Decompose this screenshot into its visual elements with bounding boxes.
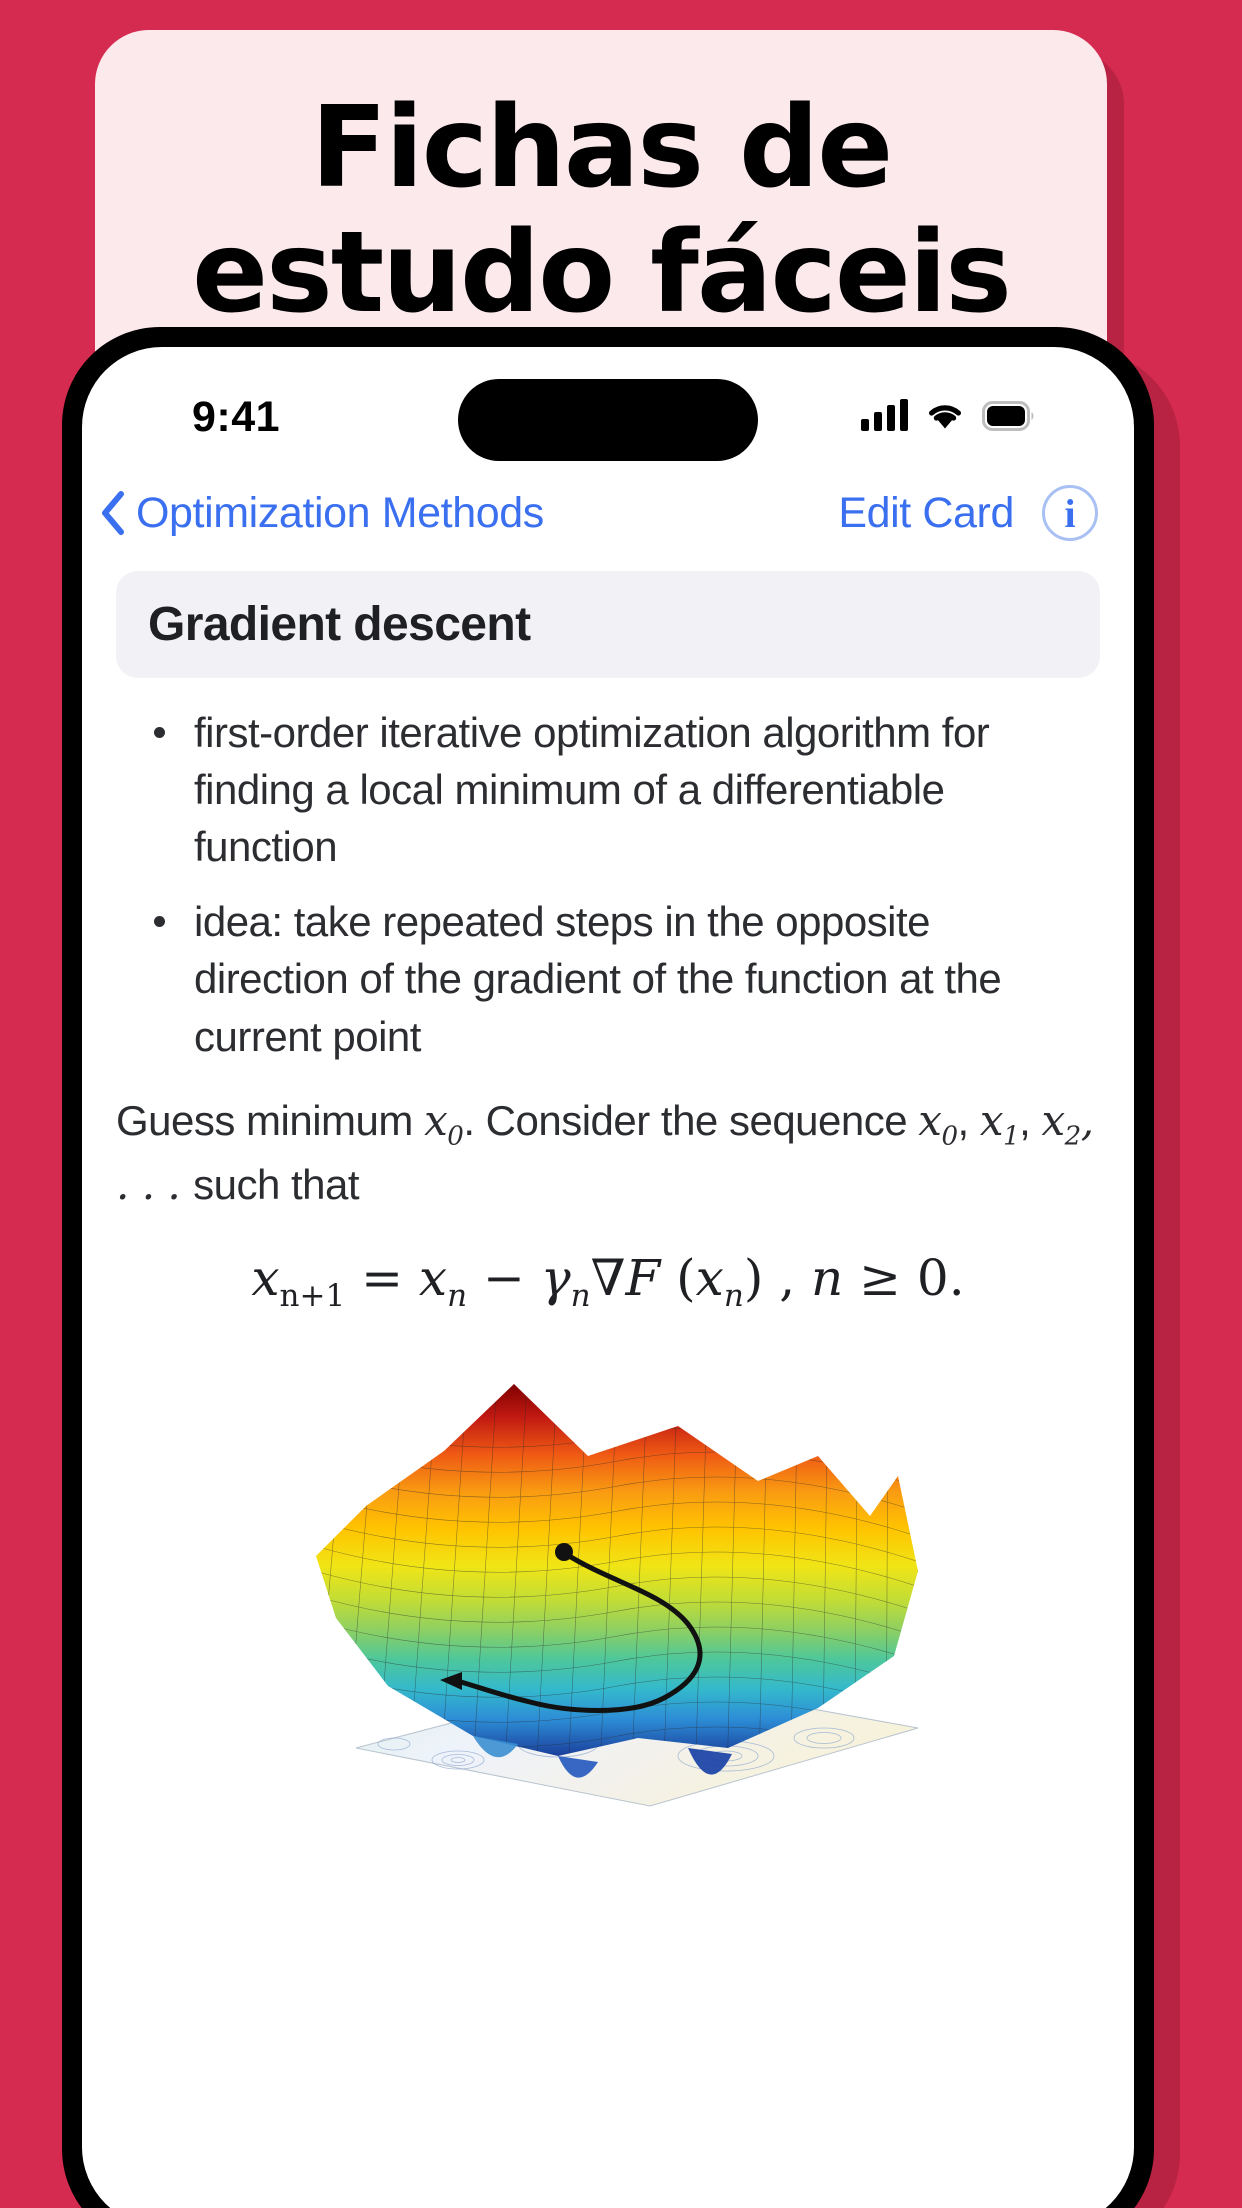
edit-card-button[interactable]: Edit Card (838, 489, 1014, 538)
equation-minus: − (467, 1248, 541, 1307)
equation-function-F: F (625, 1248, 661, 1307)
math-var-subscript: 0 (941, 1121, 958, 1152)
math-var-subscript: 2 (1064, 1121, 1082, 1152)
gradient-descent-surface-plot (316, 1383, 919, 1807)
math-var-letter: x (424, 1095, 448, 1145)
dynamic-island (458, 379, 758, 461)
back-button[interactable]: Optimization Methods (100, 489, 544, 538)
equation-rhs-var: x (418, 1248, 448, 1307)
math-seq-x0: x0 (918, 1095, 958, 1151)
equation-equals: = (345, 1248, 419, 1307)
equation-lhs-subscript: n+1 (279, 1277, 346, 1314)
equation-arg-subscript: n (723, 1277, 744, 1314)
status-bar: 9:41 (82, 347, 1134, 467)
promo-headline-line-2: estudo fáceis (192, 208, 1012, 338)
battery-full-icon (982, 401, 1034, 431)
equation-rhs-subscript: n (447, 1277, 468, 1314)
math-var-letter: x (918, 1095, 942, 1145)
back-button-label: Optimization Methods (136, 488, 544, 537)
card-paragraph: Guess minimum x0. Consider the sequence … (116, 1091, 1094, 1215)
math-var-letter: x (1041, 1095, 1065, 1145)
navigation-bar: Optimization Methods Edit Card i (82, 467, 1134, 559)
math-var-subscript: 0 (447, 1121, 464, 1152)
equation-paren-close: ) (743, 1248, 764, 1307)
equation-comma: , (763, 1248, 812, 1307)
info-icon[interactable]: i (1042, 485, 1098, 541)
chevron-left-icon (102, 491, 124, 535)
promo-headline-line-1: Fichas de (310, 82, 893, 213)
math-var-letter: x (979, 1095, 1004, 1145)
phone-frame: 9:41 Optimization Methods Edit Card i Gr… (62, 327, 1154, 2208)
equation-arg-var: x (695, 1248, 724, 1307)
equation-zero: 0. (916, 1248, 965, 1307)
card-equation: xn+1 = xn − γn∇F (xn) , n ≥ 0. (82, 1249, 1134, 1314)
math-seq-x2: x2 (1041, 1095, 1081, 1151)
paragraph-text-part-3: such that (193, 1161, 360, 1209)
math-seq-x1: x1 (979, 1095, 1020, 1151)
equation-geq: ≥ (843, 1248, 917, 1307)
list-item: idea: take repeated steps in the opposit… (138, 893, 1094, 1064)
math-seq-separator-2: , (1019, 1096, 1042, 1144)
cellular-bars-icon (861, 399, 908, 431)
paragraph-text-part-2: . Consider the sequence (463, 1096, 919, 1144)
math-var-subscript: 1 (1003, 1121, 1020, 1152)
math-seq-separator-1: , (957, 1096, 980, 1144)
card-title: Gradient descent (148, 598, 531, 651)
status-bar-indicators (861, 391, 1036, 431)
navigation-bar-actions: Edit Card i (838, 485, 1098, 541)
equation-lhs-var: x (251, 1248, 280, 1307)
figure-container (82, 1356, 1134, 1826)
equation-gamma: γ (540, 1248, 571, 1307)
paragraph-text-part-1: Guess minimum (116, 1096, 425, 1144)
status-bar-time: 9:41 (192, 393, 281, 441)
wifi-icon (929, 405, 961, 429)
equation-nabla-icon: ∇ (590, 1248, 626, 1307)
math-var-x0: x0 (424, 1095, 464, 1151)
card-bullet-list: first-order iterative optimization algor… (138, 704, 1094, 1065)
phone-screen: 9:41 Optimization Methods Edit Card i Gr… (82, 347, 1134, 2208)
list-item: first-order iterative optimization algor… (138, 704, 1094, 875)
start-point-marker (555, 1542, 573, 1561)
equation-n-var: n (811, 1248, 844, 1307)
card-title-container: Gradient descent (116, 571, 1100, 678)
equation-paren-open: ( (660, 1248, 696, 1307)
equation-gamma-subscript: n (570, 1277, 591, 1314)
